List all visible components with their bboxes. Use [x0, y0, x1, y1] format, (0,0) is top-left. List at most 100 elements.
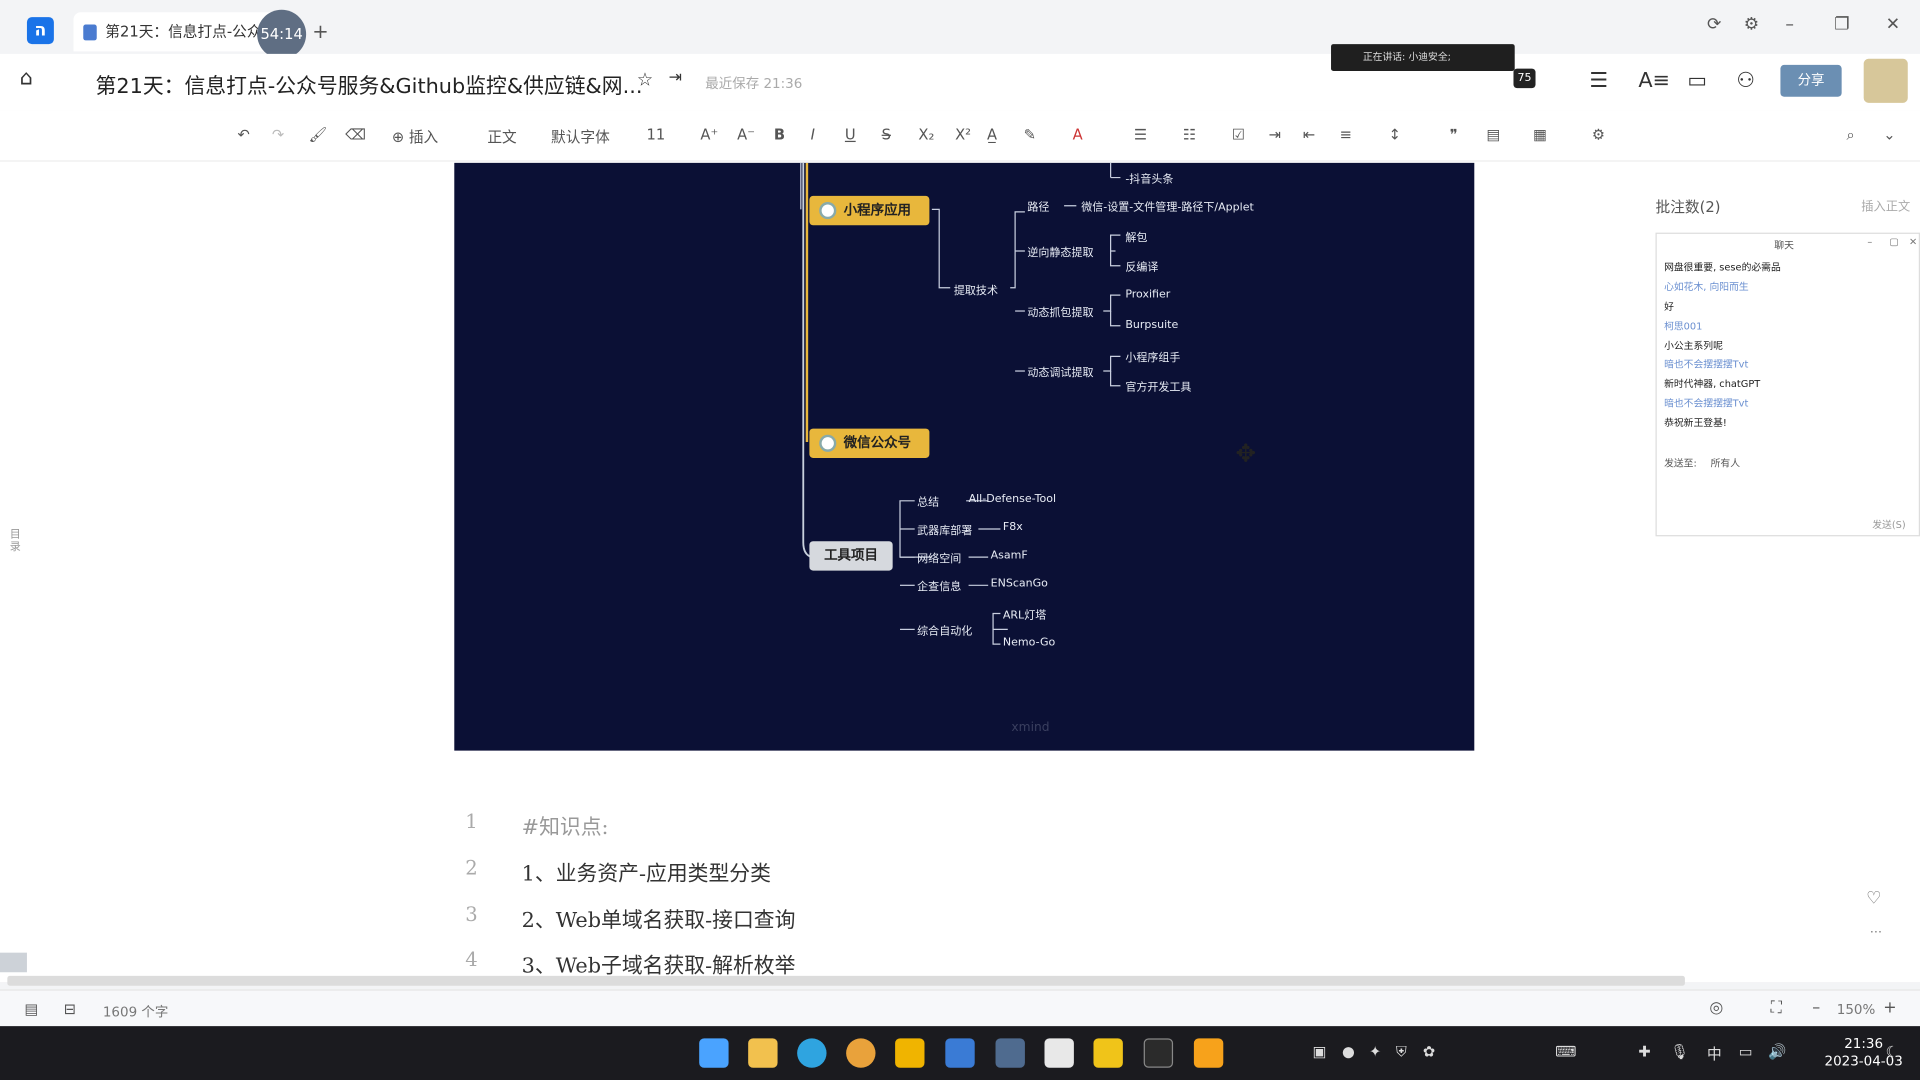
restore-icon[interactable]: ❐ [1834, 15, 1849, 35]
home-icon[interactable]: ⌂ [20, 66, 33, 90]
microphone-icon[interactable]: 🎙 [1670, 1043, 1689, 1060]
outdent-icon[interactable]: ⇤ [1303, 126, 1315, 143]
increase-font-icon[interactable]: A⁺ [700, 126, 718, 143]
chevron-down-icon[interactable]: ⌄ [1883, 126, 1895, 143]
block-icon[interactable]: ▤ [1487, 126, 1501, 143]
recipients-select[interactable]: 所有人 [1711, 457, 1740, 470]
terminal-icon[interactable] [1143, 1038, 1174, 1068]
chat-message: 好 [1664, 301, 1674, 313]
font-size-select[interactable]: 11 [647, 126, 666, 143]
refresh-icon[interactable]: ⟳ [1707, 15, 1721, 35]
app-logo-icon[interactable]: ה [26, 17, 54, 45]
vpn-icon[interactable] [1093, 1038, 1123, 1068]
zoom-level[interactable]: 150% [1837, 1002, 1876, 1018]
table-icon[interactable]: ▦ [1533, 126, 1547, 143]
paragraph-style-select[interactable]: 正文 [487, 126, 516, 147]
undo-icon[interactable]: ↶ [238, 126, 250, 143]
tray-icon[interactable]: ✦ [1369, 1043, 1381, 1060]
checkbox-icon[interactable]: ☑ [1232, 126, 1245, 143]
star-icon[interactable]: ☆ [637, 69, 653, 91]
line-spacing-icon[interactable]: ↕ [1389, 126, 1401, 143]
zoom-out-icon[interactable]: – [1812, 999, 1820, 1017]
insert-text-button[interactable]: 插入正文 [1861, 196, 1910, 214]
mm-cyberspace-val: AsamF [990, 549, 1028, 563]
doc-line[interactable]: 2、Web单域名获取-接口查询 [522, 902, 796, 933]
notepad-icon[interactable] [1044, 1038, 1074, 1068]
photos-icon[interactable] [995, 1038, 1025, 1068]
text-effect-icon[interactable]: A̲ [987, 126, 997, 143]
indent-icon[interactable]: ⇥ [1269, 126, 1281, 143]
keyboard-icon[interactable]: ⌨ [1555, 1043, 1576, 1060]
chat-minimize-icon[interactable]: – [1867, 236, 1872, 247]
bold-icon[interactable]: B [774, 126, 785, 143]
underline-icon[interactable]: U [845, 126, 856, 143]
tray-icon[interactable]: ✿ [1423, 1043, 1435, 1060]
chrome-icon[interactable] [846, 1038, 876, 1068]
volume-icon[interactable]: 🔊 [1768, 1043, 1786, 1060]
outline-toggle[interactable]: 目录 [10, 529, 25, 553]
app-icon[interactable] [895, 1038, 925, 1068]
highlight-icon[interactable]: ✎ [1024, 126, 1036, 143]
font-select[interactable]: 默认字体 [551, 126, 610, 147]
decrease-font-icon[interactable]: A⁻ [737, 126, 755, 143]
doc-line[interactable]: 3、Web子域名获取-解析枚举 [522, 948, 796, 978]
explorer-icon[interactable] [748, 1038, 778, 1068]
chat-close-icon[interactable]: ✕ [1909, 236, 1917, 247]
new-tab-icon[interactable]: + [312, 20, 328, 43]
zoom-in-icon[interactable]: + [1883, 999, 1896, 1017]
redo-icon[interactable]: ↷ [272, 126, 284, 143]
start-icon[interactable] [699, 1038, 729, 1068]
settings-icon[interactable]: ⚙ [1744, 15, 1759, 35]
minimize-icon[interactable]: – [1785, 15, 1794, 35]
network-icon[interactable]: ▭ [1739, 1043, 1753, 1060]
bullet-list-icon[interactable]: ☰ [1134, 126, 1147, 143]
format-painter-icon[interactable]: 🖌 [309, 126, 328, 143]
align-icon[interactable]: ≡ [1340, 126, 1352, 143]
present-icon[interactable]: ▭ [1687, 69, 1707, 93]
eraser-icon[interactable]: ⌫ [345, 126, 366, 143]
tray-icon[interactable]: ▣ [1313, 1043, 1327, 1060]
theme-icon[interactable]: ♡ [1866, 889, 1881, 909]
strikethrough-icon[interactable]: S [882, 126, 891, 143]
subscript-icon[interactable]: X₂ [918, 126, 934, 143]
mm-extract-tech: 提取技术 [953, 285, 998, 298]
notification-icon[interactable]: ☾ [1886, 1043, 1899, 1060]
docs-app-icon[interactable] [945, 1038, 975, 1068]
doc-line[interactable]: #知识点: [522, 809, 609, 840]
tool-icon[interactable] [1193, 1038, 1224, 1068]
font-color-icon[interactable]: A [1073, 126, 1083, 143]
menu-icon[interactable]: ☰ [1589, 69, 1608, 93]
italic-icon[interactable]: I [811, 126, 815, 143]
page-view-icon[interactable]: ⊟ [64, 1000, 76, 1017]
pin-icon[interactable]: ✚ [1638, 1043, 1650, 1060]
more-icon[interactable]: ⋯ [1870, 926, 1882, 939]
edge-icon[interactable] [797, 1038, 827, 1068]
outline-icon[interactable]: ▤ [24, 1000, 38, 1017]
document-title[interactable]: 第21天：信息打点-公众号服务&Github监控&供应链&网... [96, 69, 643, 99]
share-button[interactable]: 分享 [1780, 64, 1842, 97]
fullscreen-icon[interactable]: ⛶ [1771, 999, 1782, 1017]
comment-count-title: 批注数(2) [1655, 198, 1721, 216]
plugin-icon[interactable]: ⚙ [1592, 126, 1605, 143]
tray-icon[interactable]: ● [1342, 1043, 1355, 1060]
chat-restore-icon[interactable]: ▢ [1889, 236, 1898, 247]
insert-button[interactable]: ⊕ 插入 [392, 126, 438, 147]
superscript-icon[interactable]: X² [955, 126, 971, 143]
quote-icon[interactable]: ❞ [1450, 126, 1458, 143]
horizontal-scrollbar[interactable] [7, 975, 1685, 986]
search-icon[interactable]: ⌕ [1847, 126, 1855, 144]
text-format-icon[interactable]: A≡ [1638, 69, 1670, 93]
collaborator-icon[interactable]: ⚇ [1736, 69, 1755, 93]
avatar[interactable] [1863, 58, 1908, 103]
move-icon[interactable]: ⇥ [669, 69, 682, 87]
shield-icon[interactable]: ⛨ [1396, 1043, 1407, 1061]
send-button[interactable]: 发送(S) [1872, 518, 1905, 531]
sidebar-toggle[interactable] [0, 952, 27, 973]
mm-weapon: 武器库部署 [917, 525, 973, 538]
ime-indicator[interactable]: 中 [1707, 1043, 1722, 1064]
word-count[interactable]: 1609 个字 [103, 1002, 169, 1022]
numbered-list-icon[interactable]: ☷ [1183, 126, 1196, 143]
focus-mode-icon[interactable]: ◎ [1709, 999, 1723, 1017]
close-icon[interactable]: ✕ [1886, 15, 1900, 35]
doc-line[interactable]: 1、业务资产-应用类型分类 [522, 856, 771, 886]
